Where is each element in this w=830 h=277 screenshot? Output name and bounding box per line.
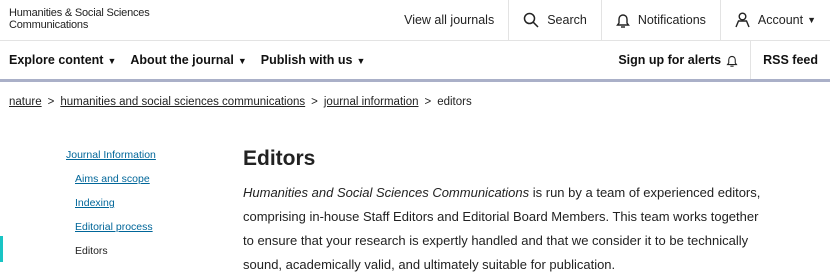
breadcrumb-separator: > bbox=[47, 96, 55, 108]
sidebar-item-aims-and-scope[interactable]: Aims and scope bbox=[75, 173, 156, 185]
about-journal-label: About the journal bbox=[130, 53, 234, 67]
search-label: Search bbox=[547, 13, 587, 27]
sidebar-item-indexing[interactable]: Indexing bbox=[75, 197, 156, 209]
brand-line-1: Humanities & Social Sciences bbox=[9, 7, 150, 19]
sign-up-alerts-label: Sign up for alerts bbox=[618, 53, 722, 67]
view-all-journals-label: View all journals bbox=[404, 13, 495, 27]
brand-line-2: Communications bbox=[9, 19, 89, 31]
chevron-down-icon: ▼ bbox=[807, 15, 816, 25]
sign-up-alerts-link[interactable]: Sign up for alerts bbox=[606, 53, 750, 67]
breadcrumb-separator: > bbox=[311, 96, 318, 108]
about-journal-menu[interactable]: About the journal ▼ bbox=[130, 53, 246, 67]
sidebar-item-journal-information[interactable]: Journal Information bbox=[66, 149, 156, 161]
breadcrumb: nature > humanities and social sciences co… bbox=[9, 96, 472, 108]
search-button[interactable]: Search bbox=[508, 0, 601, 40]
bell-icon bbox=[726, 55, 738, 67]
breadcrumb-journal-information[interactable]: journal information bbox=[324, 96, 419, 108]
breadcrumb-journal[interactable]: humanities and social sciences communica… bbox=[60, 96, 305, 108]
main-menu-bar: Explore content ▼ About the journal ▼ Publ… bbox=[0, 41, 830, 82]
breadcrumb-nature[interactable]: nature bbox=[9, 96, 42, 108]
notifications-label: Notifications bbox=[637, 13, 706, 27]
view-all-journals-link[interactable]: View all journals bbox=[390, 0, 508, 40]
publish-with-us-label: Publish with us bbox=[260, 53, 353, 67]
page-title: Editors bbox=[243, 147, 316, 170]
breadcrumb-current: editors bbox=[437, 96, 472, 108]
account-label: Account bbox=[757, 13, 804, 27]
publish-with-us-menu[interactable]: Publish with us ▼ bbox=[261, 53, 366, 67]
rss-feed-label: RSS feed bbox=[763, 53, 818, 67]
intro-paragraph: Humanities and Social Sciences Communica… bbox=[243, 181, 763, 277]
breadcrumb-separator: > bbox=[424, 96, 432, 108]
user-icon bbox=[735, 12, 750, 28]
top-nav: View all journals Search Notifications A… bbox=[390, 0, 830, 40]
sidebar-item-editors: Editors bbox=[75, 245, 108, 257]
search-icon bbox=[523, 12, 539, 28]
main-content: Editors Humanities and Social Sciences C… bbox=[243, 147, 763, 277]
notifications-button[interactable]: Notifications bbox=[600, 0, 720, 40]
feedback-tab[interactable] bbox=[0, 236, 3, 262]
account-button[interactable]: Account ▼ bbox=[719, 0, 830, 40]
bell-icon bbox=[615, 14, 630, 28]
menu-right: Sign up for alerts RSS feed bbox=[606, 41, 830, 79]
chevron-down-icon: ▼ bbox=[237, 56, 247, 66]
explore-content-menu[interactable]: Explore content ▼ bbox=[9, 53, 116, 67]
rss-feed-link[interactable]: RSS feed bbox=[750, 41, 830, 79]
top-bar: Humanities & Social Sciences Communicati… bbox=[0, 0, 830, 41]
chevron-down-icon: ▼ bbox=[107, 56, 117, 66]
main-menu: Explore content ▼ About the journal ▼ Publ… bbox=[9, 41, 365, 79]
chevron-down-icon: ▼ bbox=[356, 56, 366, 66]
sidebar-nav: Journal Information Aims and scope Index… bbox=[66, 149, 156, 269]
journal-name: Humanities and Social Sciences Communica… bbox=[243, 185, 530, 200]
explore-content-label: Explore content bbox=[9, 53, 104, 67]
journal-logo[interactable]: Humanities & Social Sciences Communicati… bbox=[9, 7, 150, 31]
sidebar-item-editorial-process[interactable]: Editorial process bbox=[75, 221, 156, 233]
